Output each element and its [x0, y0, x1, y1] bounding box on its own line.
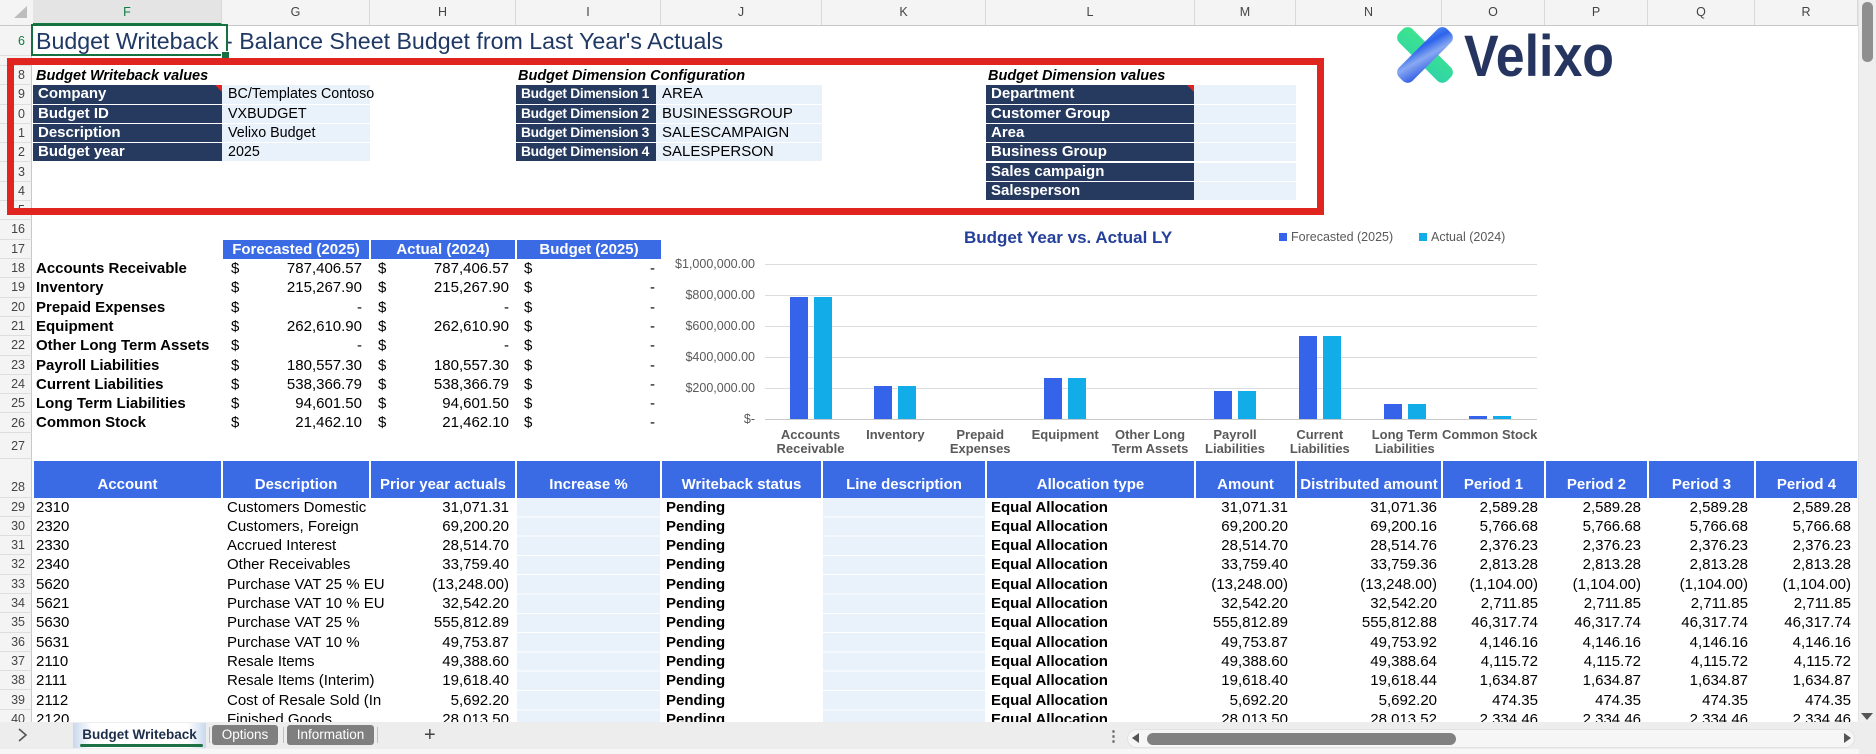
svg-text:Velixo: Velixo	[1464, 24, 1614, 88]
